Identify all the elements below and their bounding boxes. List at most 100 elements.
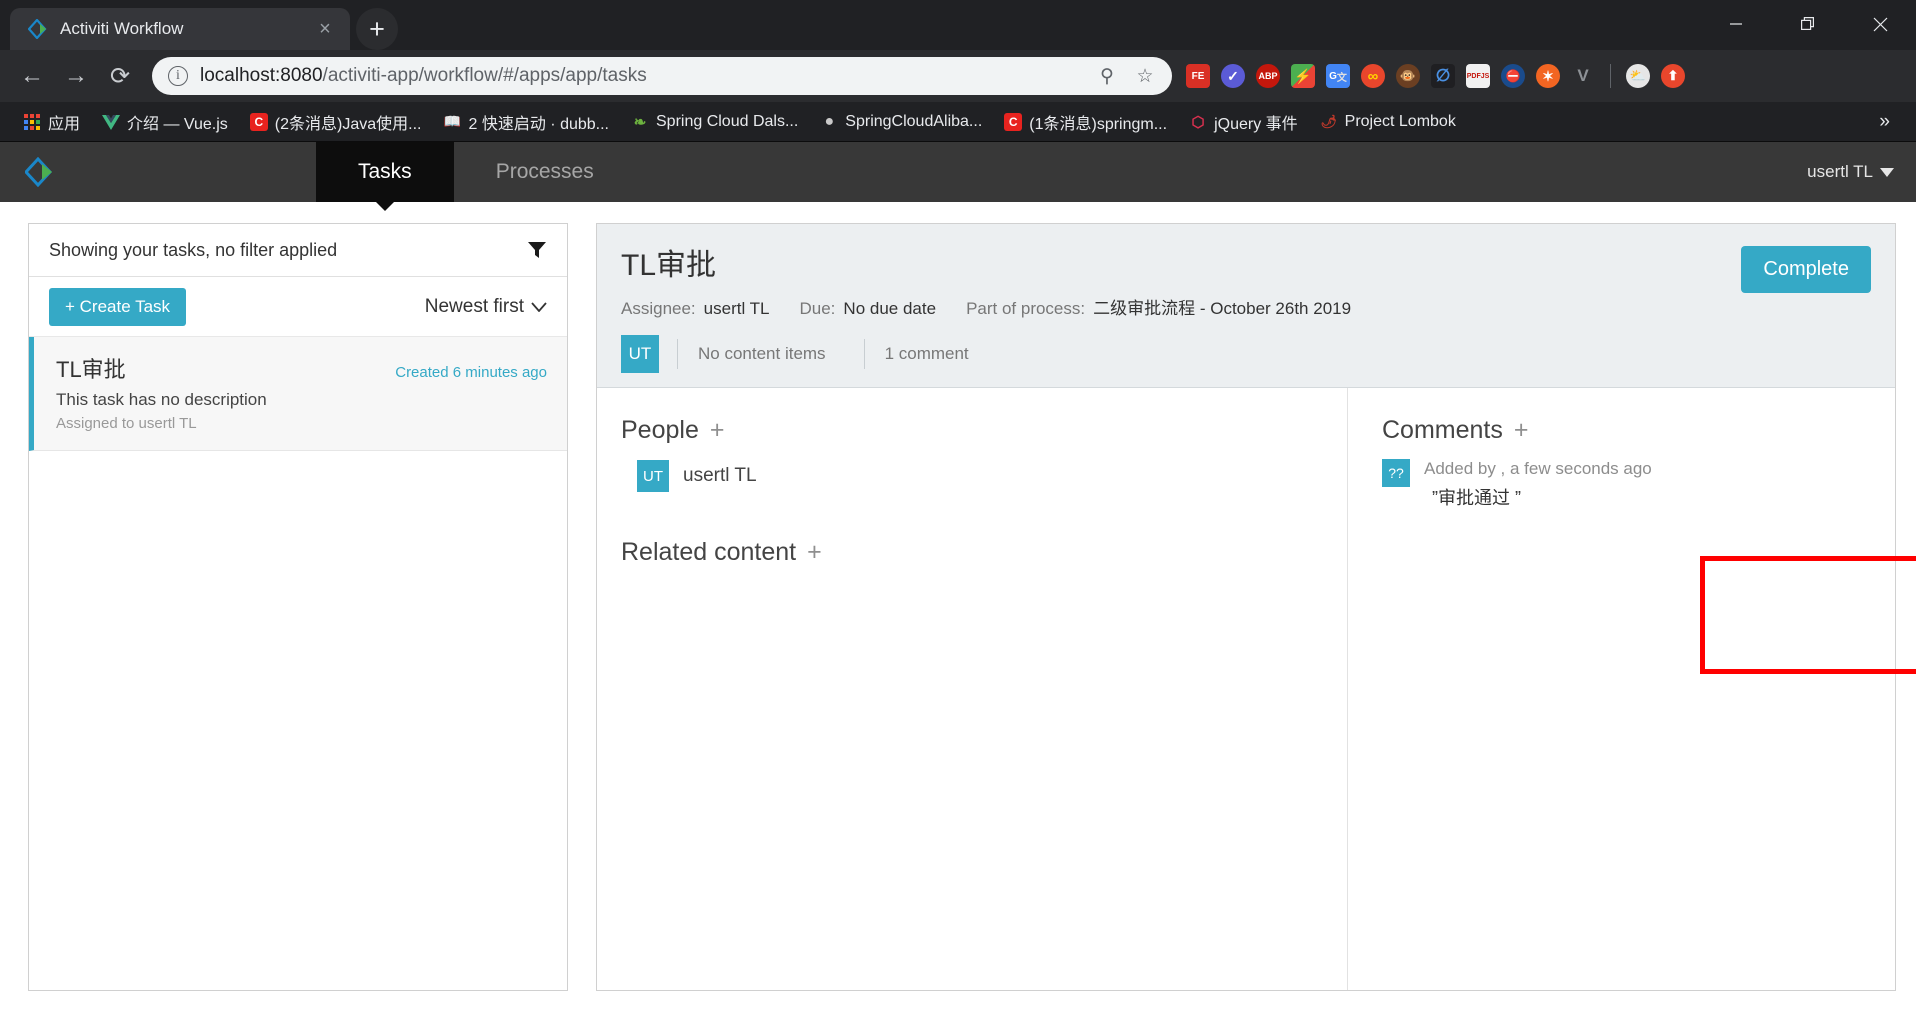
people-section-title: People + xyxy=(621,416,1347,445)
process-label: Part of process: xyxy=(966,299,1086,318)
lightning-colors-icon[interactable]: ⚡ xyxy=(1291,64,1315,88)
comment-body: Added by , a few seconds ago ”审批通过 ” xyxy=(1424,459,1652,510)
user-menu[interactable]: usertl TL xyxy=(1807,142,1916,202)
bookmark-jquery[interactable]: ⬡ jQuery 事件 xyxy=(1178,107,1309,137)
bookmark-dubbo[interactable]: 📖 2 快速启动 · dubb... xyxy=(433,107,621,137)
upload-arrow-icon[interactable]: ⬆ xyxy=(1661,64,1685,88)
browser-tab[interactable]: Activiti Workflow × xyxy=(10,8,350,50)
comments-section-title: Comments + xyxy=(1382,416,1895,445)
bookmarks-bar: 应用 介绍 — Vue.js C (2条消息)Java使用... 📖 2 快速启… xyxy=(0,102,1916,142)
bookmark-springcloudalibaba[interactable]: ● SpringCloudAliba... xyxy=(809,107,993,137)
due-label: Due: xyxy=(799,299,836,318)
list-item[interactable]: TL审批 Created 6 minutes ago This task has… xyxy=(29,337,567,451)
back-icon[interactable]: ← xyxy=(12,56,52,96)
avatar: UT xyxy=(621,335,659,373)
csdn-icon: C xyxy=(249,112,268,131)
forward-icon[interactable]: → xyxy=(56,56,96,96)
create-task-button[interactable]: + Create Task xyxy=(49,287,187,326)
task-item-created: Created 6 minutes ago xyxy=(395,364,547,381)
people-title-label: People xyxy=(621,416,699,444)
address-bar[interactable]: i localhost:8080/activiti-app/workflow/#… xyxy=(152,57,1172,95)
task-item-assignee: Assigned to usertl TL xyxy=(56,415,197,432)
tab-processes[interactable]: Processes xyxy=(454,142,636,202)
bookmark-label: 2 快速启动 · dubb... xyxy=(468,115,610,133)
filter-text: Showing your tasks, no filter applied xyxy=(49,239,338,260)
avatar: ?? xyxy=(1382,459,1410,487)
new-tab-button[interactable]: + xyxy=(356,8,398,50)
bookmark-spring-cloud[interactable]: ❧ Spring Cloud Dals... xyxy=(620,107,809,137)
browser-titlebar: Activiti Workflow × + xyxy=(0,0,1916,50)
app-content: Showing your tasks, no filter applied + … xyxy=(0,202,1916,998)
google-translate-icon[interactable]: G文 xyxy=(1326,64,1350,88)
task-detail-body: People + UT usertl TL Related content + xyxy=(597,388,1895,990)
process-value: 二级审批流程 - October 26th 2019 xyxy=(1093,299,1352,318)
bookmark-star-icon[interactable]: ☆ xyxy=(1132,65,1158,88)
add-person-icon[interactable]: + xyxy=(710,418,725,443)
url-path: /activiti-app/workflow/#/apps/app/tasks xyxy=(322,65,647,86)
github-icon: ● xyxy=(824,112,835,130)
page-title: TL审批 xyxy=(621,249,717,282)
tab-strip: Activiti Workflow × + xyxy=(0,0,398,50)
bookmark-csdn-springm[interactable]: C (1条消息)springm... xyxy=(993,107,1178,137)
bookmark-apps[interactable]: 应用 xyxy=(12,107,91,137)
bookmark-lombok[interactable]: 🌶 Project Lombok xyxy=(1309,107,1467,137)
task-item-description: This task has no description xyxy=(56,390,267,409)
list-item: ?? Added by , a few seconds ago ”审批通过 ” xyxy=(1382,459,1895,510)
add-comment-icon[interactable]: + xyxy=(1514,418,1529,443)
leaf-icon[interactable]: ∅ xyxy=(1431,64,1455,88)
check-circle-icon[interactable]: ✓ xyxy=(1221,64,1245,88)
bookmark-label: (2条消息)Java使用... xyxy=(274,115,422,133)
fe-helper-icon[interactable]: FE xyxy=(1186,64,1210,88)
bookmark-vuejs[interactable]: 介绍 — Vue.js xyxy=(91,107,239,137)
tab-title: Activiti Workflow xyxy=(60,19,184,38)
filter-bar[interactable]: Showing your tasks, no filter applied xyxy=(29,224,567,277)
url-host: localhost:8080 xyxy=(200,65,323,86)
comment-count[interactable]: 1 comment xyxy=(863,339,989,369)
bookmark-label: 介绍 — Vue.js xyxy=(127,115,228,133)
funnel-icon[interactable] xyxy=(527,240,547,260)
task-meta-row: Assignee: usertl TL Due: No due date Par… xyxy=(621,294,1871,319)
reload-icon[interactable]: ⟳ xyxy=(100,56,140,96)
apps-grid-icon xyxy=(23,113,41,131)
weather-icon[interactable]: ⛅ xyxy=(1626,64,1650,88)
task-item-header: TL审批 Created 6 minutes ago xyxy=(56,352,547,384)
add-related-content-icon[interactable]: + xyxy=(807,540,822,565)
blocker-icon[interactable]: ⛔ xyxy=(1501,64,1525,88)
adblock-plus-icon[interactable]: ABP xyxy=(1256,64,1280,88)
content-items-count[interactable]: No content items xyxy=(677,339,846,369)
activiti-logo-icon[interactable] xyxy=(0,142,80,202)
tab-tasks[interactable]: Tasks xyxy=(316,142,454,202)
chevron-down-icon xyxy=(531,296,547,318)
task-detail-header: TL审批 Assignee: usertl TL Due: No due dat… xyxy=(597,224,1895,388)
task-list-panel: Showing your tasks, no filter applied + … xyxy=(28,223,568,991)
bookmark-label: 应用 xyxy=(48,115,81,133)
close-icon[interactable]: × xyxy=(314,18,336,40)
logo-diamond-shape xyxy=(23,156,55,188)
bookmark-label: jQuery 事件 xyxy=(1214,115,1298,133)
app-navbar: Tasks Processes usertl TL xyxy=(0,142,1916,202)
vue-devtools-icon[interactable]: V xyxy=(1571,64,1595,88)
vuejs-icon xyxy=(102,113,121,131)
lombok-chili-icon: 🌶 xyxy=(1320,113,1337,129)
pdfjs-icon[interactable]: PDFJS xyxy=(1466,64,1490,88)
sort-dropdown[interactable]: Newest first xyxy=(425,296,547,318)
orange-gear-icon[interactable]: ✶ xyxy=(1536,64,1560,88)
task-detail-panel: TL审批 Assignee: usertl TL Due: No due dat… xyxy=(596,223,1916,991)
complete-button[interactable]: Complete xyxy=(1741,246,1871,293)
bookmarks-overflow-icon[interactable]: » xyxy=(1879,111,1904,133)
list-item[interactable]: UT usertl TL xyxy=(637,460,1347,492)
task-detail-left-column: People + UT usertl TL Related content + xyxy=(597,388,1347,990)
related-content-title-label: Related content xyxy=(621,538,797,566)
bookmark-csdn-java[interactable]: C (2条消息)Java使用... xyxy=(239,107,433,137)
minimize-icon[interactable] xyxy=(1700,0,1772,48)
task-item-name: TL审批 xyxy=(56,357,126,382)
search-icon[interactable]: ⚲ xyxy=(1094,65,1120,88)
site-info-icon[interactable]: i xyxy=(168,66,188,86)
browser-window: Activiti Workflow × + ← → ⟳ i localhost:… xyxy=(0,0,1916,1016)
csdn-icon: C xyxy=(1004,112,1023,131)
monkey-icon[interactable]: 🐵 xyxy=(1396,64,1420,88)
task-list-actionbar: + Create Task Newest first xyxy=(29,277,567,337)
infinity-icon[interactable]: ∞ xyxy=(1361,64,1385,88)
close-window-icon[interactable] xyxy=(1844,0,1916,48)
maximize-restore-icon[interactable] xyxy=(1772,0,1844,48)
